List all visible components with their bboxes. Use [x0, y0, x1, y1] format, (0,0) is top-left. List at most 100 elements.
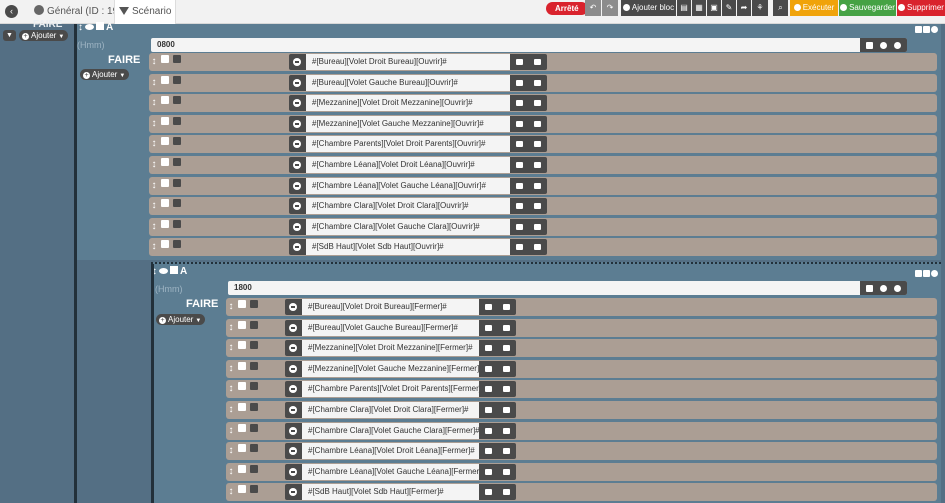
- search-button[interactable]: ⌕: [773, 0, 788, 16]
- remove-action-icon[interactable]: [285, 422, 302, 439]
- background-checkbox[interactable]: [250, 361, 258, 370]
- enabled-checkbox[interactable]: [170, 266, 178, 274]
- enable-checkbox[interactable]: [238, 300, 246, 308]
- command-field[interactable]: #[Bureau][Volet Gauche Bureau][Fermer]#: [302, 319, 479, 336]
- enable-checkbox[interactable]: [161, 240, 169, 249]
- options-icon[interactable]: [534, 59, 542, 65]
- enable-checkbox[interactable]: [161, 199, 169, 208]
- drag-handle-icon[interactable]: ↕: [228, 466, 234, 478]
- tab-scenario[interactable]: Scénario: [114, 0, 177, 24]
- background-checkbox[interactable]: [173, 158, 181, 166]
- duplicate-icon[interactable]: [923, 26, 930, 33]
- enable-checkbox[interactable]: [238, 423, 246, 432]
- copy-icon[interactable]: [915, 26, 922, 33]
- enabled-checkbox[interactable]: [96, 22, 104, 30]
- eye-icon[interactable]: [85, 24, 94, 30]
- list-icon[interactable]: [484, 407, 492, 413]
- list-icon[interactable]: [484, 468, 492, 475]
- options-icon[interactable]: [503, 448, 511, 455]
- command-field[interactable]: #[Mezzanine][Volet Gauche Mezzanine][Ouv…: [306, 115, 510, 132]
- enable-checkbox[interactable]: [238, 361, 246, 370]
- command-field[interactable]: #[Chambre Parents][Volet Droit Parents][…: [306, 136, 510, 153]
- enable-checkbox[interactable]: [161, 178, 169, 187]
- list-icon[interactable]: [515, 223, 523, 230]
- list-icon[interactable]: [484, 448, 492, 455]
- add-block-button[interactable]: Ajouter bloc: [621, 0, 676, 16]
- drag-handle-icon[interactable]: ↕: [151, 159, 157, 171]
- enable-checkbox[interactable]: [161, 116, 169, 125]
- file-button[interactable]: ▦: [692, 0, 706, 16]
- execute-button[interactable]: Exécuter: [790, 0, 838, 16]
- remove-action-icon[interactable]: [285, 299, 302, 315]
- remove-action-icon[interactable]: [289, 157, 306, 173]
- enable-checkbox[interactable]: [238, 485, 246, 494]
- drag-handle-icon[interactable]: ↕: [151, 138, 157, 150]
- remove-action-icon[interactable]: [285, 443, 302, 460]
- options-icon[interactable]: [534, 141, 542, 148]
- list-icon[interactable]: [484, 324, 492, 331]
- list-icon[interactable]: [484, 386, 492, 393]
- delete-button[interactable]: Supprimer: [897, 0, 945, 16]
- drag-handle-icon[interactable]: ↕: [228, 363, 234, 375]
- save-button[interactable]: Sauvegarder: [839, 0, 896, 16]
- enable-checkbox[interactable]: [238, 320, 246, 329]
- options-icon[interactable]: [503, 324, 511, 331]
- background-checkbox[interactable]: [250, 382, 258, 391]
- list-icon[interactable]: [515, 162, 523, 168]
- remove-action-icon[interactable]: [289, 95, 306, 112]
- redo-button[interactable]: ↷: [602, 0, 618, 16]
- remove-action-icon[interactable]: [285, 463, 302, 480]
- edit-button[interactable]: ✎: [722, 0, 736, 16]
- drag-handle-icon[interactable]: ↕: [151, 241, 157, 253]
- enable-checkbox[interactable]: [238, 403, 246, 411]
- options-icon[interactable]: [503, 365, 511, 372]
- drag-handle-icon[interactable]: ↕: [228, 383, 234, 395]
- remove-action-icon[interactable]: [289, 239, 306, 256]
- remove-action-icon[interactable]: [289, 136, 306, 153]
- command-field[interactable]: #[Chambre Léana][Volet Gauche Léana][Fer…: [302, 463, 479, 480]
- drag-handle-icon[interactable]: ↕: [228, 322, 234, 334]
- options-icon[interactable]: [534, 79, 542, 86]
- remove-action-icon[interactable]: [289, 54, 306, 70]
- options-icon[interactable]: [503, 345, 511, 352]
- background-checkbox[interactable]: [250, 341, 258, 350]
- command-field[interactable]: #[Bureau][Volet Droit Bureau][Ouvrir]#: [306, 54, 510, 70]
- eye-icon[interactable]: [159, 268, 168, 274]
- command-field[interactable]: #[Chambre Clara][Volet Droit Clara][Ferm…: [302, 402, 479, 418]
- drag-handle-icon[interactable]: ↕: [151, 97, 157, 109]
- options-icon[interactable]: [503, 386, 511, 393]
- enable-checkbox[interactable]: [161, 55, 169, 63]
- background-checkbox[interactable]: [173, 55, 181, 63]
- tree-button[interactable]: ⚘: [752, 0, 768, 16]
- command-field[interactable]: #[Chambre Léana][Volet Droit Léana][Ouvr…: [306, 157, 510, 173]
- list-icon[interactable]: [515, 244, 523, 251]
- command-field[interactable]: #[Chambre Parents][Volet Droit Parents][…: [302, 381, 479, 398]
- options-icon[interactable]: [503, 407, 511, 413]
- background-checkbox[interactable]: [250, 300, 258, 308]
- list-icon[interactable]: [515, 203, 523, 210]
- drag-handle-icon[interactable]: ↕: [228, 425, 234, 437]
- remove-action-icon[interactable]: [289, 115, 306, 132]
- undo-button[interactable]: ↶: [585, 0, 601, 16]
- list-icon[interactable]: [866, 41, 873, 49]
- list-icon[interactable]: [484, 489, 492, 496]
- enable-checkbox[interactable]: [238, 341, 246, 350]
- command-field[interactable]: #[Chambre Clara][Volet Gauche Clara][Fer…: [302, 422, 479, 439]
- command-field[interactable]: #[SdB Haut][Volet Sdb Haut][Fermer]#: [302, 484, 479, 501]
- move-handle-icon[interactable]: ↕: [78, 22, 83, 33]
- remove-action-icon[interactable]: [285, 402, 302, 418]
- command-field[interactable]: #[Bureau][Volet Droit Bureau][Fermer]#: [302, 299, 479, 315]
- background-checkbox[interactable]: [250, 485, 258, 494]
- list-icon[interactable]: [515, 59, 523, 65]
- cube-icon[interactable]: [894, 41, 901, 49]
- drag-handle-icon[interactable]: ↕: [151, 221, 157, 233]
- drag-handle-icon[interactable]: ↕: [228, 486, 234, 498]
- options-icon[interactable]: [534, 244, 542, 251]
- options-icon[interactable]: [534, 120, 542, 127]
- background-checkbox[interactable]: [250, 464, 258, 473]
- command-field[interactable]: #[Mezzanine][Volet Gauche Mezzanine][Fer…: [302, 360, 479, 377]
- command-field[interactable]: #[SdB Haut][Volet Sdb Haut][Ouvrir]#: [306, 239, 510, 256]
- background-checkbox[interactable]: [173, 240, 181, 249]
- background-checkbox[interactable]: [173, 219, 181, 228]
- remove-action-icon[interactable]: [285, 319, 302, 336]
